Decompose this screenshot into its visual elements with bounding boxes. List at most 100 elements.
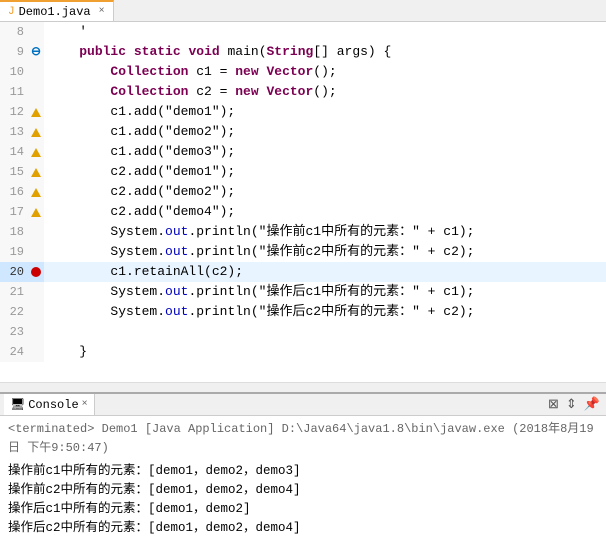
console-tab-close[interactable]: × — [82, 399, 88, 410]
console-content: <terminated> Demo1 [Java Application] D:… — [0, 416, 606, 542]
console-terminated-line: <terminated> Demo1 [Java Application] D:… — [8, 420, 598, 458]
line-number-13: 13 — [0, 122, 28, 142]
line-content-24: } — [44, 342, 606, 362]
code-line-12: 12 c1.add("demo1"); — [0, 102, 606, 122]
line-number-17: 17 — [0, 202, 28, 222]
tab-label: Demo1.java — [19, 5, 91, 19]
warning-icon — [31, 108, 41, 117]
line-indicator-22 — [28, 302, 44, 322]
console-tab-label: Console — [28, 398, 78, 412]
editor-tab-bar: J Demo1.java × — [0, 0, 606, 22]
code-line-22: 22 System.out.println("操作后c2中所有的元素：" + c… — [0, 302, 606, 322]
code-line-21: 21 System.out.println("操作后c1中所有的元素：" + c… — [0, 282, 606, 302]
scroll-lock-button[interactable]: ⇕ — [564, 396, 579, 413]
line-number-22: 22 — [0, 302, 28, 322]
console-output-line: 操作前c2中所有的元素：[demo1，demo2，demo4] — [8, 481, 598, 500]
code-line-10: 10 Collection c1 = new Vector(); — [0, 62, 606, 82]
line-indicator-17 — [28, 202, 44, 222]
console-monitor-icon: 🖥 — [10, 397, 25, 412]
console-toolbar: ⊠ ⇕ 📌 — [546, 396, 606, 413]
editor-area: 8 '9⊖ public static void main(String[] a… — [0, 22, 606, 392]
line-number-21: 21 — [0, 282, 28, 302]
code-line-15: 15 c2.add("demo1"); — [0, 162, 606, 182]
line-number-19: 19 — [0, 242, 28, 262]
line-content-23 — [44, 322, 606, 342]
code-line-13: 13 c1.add("demo2"); — [0, 122, 606, 142]
line-indicator-10 — [28, 62, 44, 82]
warning-icon — [31, 128, 41, 137]
console-panel: 🖥 Console × ⊠ ⇕ 📌 <terminated> Demo1 [Ja… — [0, 392, 606, 542]
warning-icon — [31, 208, 41, 217]
current-line-arrow-icon: ⊖ — [31, 42, 41, 62]
line-indicator-12 — [28, 102, 44, 122]
line-indicator-8 — [28, 22, 44, 42]
line-indicator-18 — [28, 222, 44, 242]
code-line-18: 18 System.out.println("操作前c1中所有的元素：" + c… — [0, 222, 606, 242]
line-indicator-16 — [28, 182, 44, 202]
code-line-23: 23 — [0, 322, 606, 342]
line-number-20: 20 — [0, 262, 28, 282]
code-line-20: 20 c1.retainAll(c2); — [0, 262, 606, 282]
code-line-8: 8 ' — [0, 22, 606, 42]
line-number-9: 9 — [0, 42, 28, 62]
line-number-12: 12 — [0, 102, 28, 122]
code-line-14: 14 c1.add("demo3"); — [0, 142, 606, 162]
line-number-10: 10 — [0, 62, 28, 82]
line-content-10: Collection c1 = new Vector(); — [44, 62, 606, 82]
console-output-line: 操作前c1中所有的元素：[demo1，demo2，demo3] — [8, 462, 598, 481]
line-content-16: c2.add("demo2"); — [44, 182, 606, 202]
file-tab[interactable]: J Demo1.java × — [0, 0, 114, 21]
line-indicator-14 — [28, 142, 44, 162]
line-number-15: 15 — [0, 162, 28, 182]
code-line-9: 9⊖ public static void main(String[] args… — [0, 42, 606, 62]
code-lines: 8 '9⊖ public static void main(String[] a… — [0, 22, 606, 382]
line-indicator-15 — [28, 162, 44, 182]
code-line-11: 11 Collection c2 = new Vector(); — [0, 82, 606, 102]
line-indicator-20 — [28, 262, 44, 282]
line-indicator-21 — [28, 282, 44, 302]
warning-icon — [31, 188, 41, 197]
line-indicator-13 — [28, 122, 44, 142]
line-content-18: System.out.println("操作前c1中所有的元素：" + c1); — [44, 222, 606, 242]
line-content-15: c2.add("demo1"); — [44, 162, 606, 182]
warning-icon — [31, 148, 41, 157]
line-content-8: ' — [44, 22, 606, 42]
line-number-11: 11 — [0, 82, 28, 102]
java-file-icon: J — [8, 6, 15, 18]
line-content-22: System.out.println("操作后c2中所有的元素：" + c2); — [44, 302, 606, 322]
console-tab[interactable]: 🖥 Console × — [4, 394, 95, 415]
line-number-8: 8 — [0, 22, 28, 42]
line-number-23: 23 — [0, 322, 28, 342]
editor-scrollbar[interactable] — [0, 382, 606, 392]
code-container: 8 '9⊖ public static void main(String[] a… — [0, 22, 606, 382]
line-content-13: c1.add("demo2"); — [44, 122, 606, 142]
line-content-9: public static void main(String[] args) { — [44, 42, 606, 62]
code-line-16: 16 c2.add("demo2"); — [0, 182, 606, 202]
line-content-19: System.out.println("操作前c2中所有的元素：" + c2); — [44, 242, 606, 262]
line-indicator-23 — [28, 322, 44, 342]
line-content-11: Collection c2 = new Vector(); — [44, 82, 606, 102]
code-line-17: 17 c2.add("demo4"); — [0, 202, 606, 222]
code-line-19: 19 System.out.println("操作前c2中所有的元素：" + c… — [0, 242, 606, 262]
console-output-line: 操作后c1中所有的元素：[demo1，demo2] — [8, 500, 598, 519]
pin-button[interactable]: 📌 — [582, 396, 602, 413]
console-output: 操作前c1中所有的元素：[demo1，demo2，demo3]操作前c2中所有的… — [8, 462, 598, 538]
line-content-12: c1.add("demo1"); — [44, 102, 606, 122]
line-indicator-11 — [28, 82, 44, 102]
clear-console-button[interactable]: ⊠ — [546, 396, 561, 413]
line-content-21: System.out.println("操作后c1中所有的元素：" + c1); — [44, 282, 606, 302]
line-indicator-24 — [28, 342, 44, 362]
line-number-24: 24 — [0, 342, 28, 362]
line-number-16: 16 — [0, 182, 28, 202]
line-indicator-9: ⊖ — [28, 42, 44, 62]
warning-icon — [31, 168, 41, 177]
console-tab-bar: 🖥 Console × ⊠ ⇕ 📌 — [0, 394, 606, 416]
code-line-24: 24 } — [0, 342, 606, 362]
line-content-14: c1.add("demo3"); — [44, 142, 606, 162]
tab-close-button[interactable]: × — [99, 6, 105, 17]
line-number-14: 14 — [0, 142, 28, 162]
line-indicator-19 — [28, 242, 44, 262]
breakpoint-icon — [31, 267, 41, 277]
console-output-line: 操作后c2中所有的元素：[demo1，demo2，demo4] — [8, 519, 598, 538]
line-number-18: 18 — [0, 222, 28, 242]
